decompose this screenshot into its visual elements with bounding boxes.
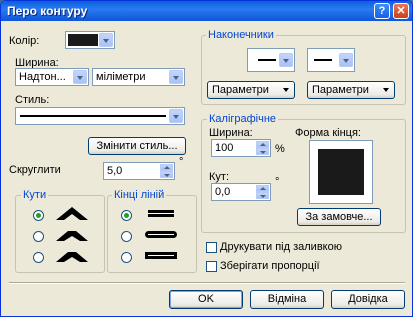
units-combo-value: міліметри [96,71,146,83]
help-button[interactable]: Довідка [331,290,405,309]
corner-miter-radio[interactable] [33,210,44,221]
help-title-button[interactable]: ? [374,3,390,19]
nib-shape-preview[interactable] [309,140,373,204]
corner-bevel-radio[interactable] [33,252,44,263]
corners-title: Кути [21,189,49,201]
title-bar: Перо контуру ? ✕ [1,1,412,21]
outline-pen-dialog: Перо контуру ? ✕ Колір: Ширина: Надтон..… [0,0,413,317]
width-combo-value: Надтон... [19,71,66,83]
default-nib-button[interactable]: За замовче... [297,208,381,226]
calligraphy-width-spinner[interactable]: 100 [211,139,271,157]
spin-down-icon[interactable] [160,171,173,178]
cap-square-radio[interactable] [121,252,132,263]
style-label: Стиль: [15,94,50,106]
scale-with-image-label: Зберігати пропорції [220,260,320,272]
corner-round-icon [56,231,88,241]
spin-down-icon[interactable] [256,192,269,199]
edit-style-button[interactable]: Змінити стиль... [88,137,186,155]
footer-divider [9,282,405,284]
spin-down-icon[interactable] [256,148,269,155]
ok-button[interactable]: OK [169,290,243,309]
chevron-down-icon [169,109,183,123]
scale-with-image-checkbox[interactable] [206,261,217,272]
chevron-down-icon [73,70,87,84]
calligraphy-width-value: 100 [215,142,234,154]
style-combo[interactable] [15,107,185,125]
spin-up-icon[interactable] [256,141,269,148]
cancel-button[interactable]: Відміна [250,290,324,309]
calligraphy-width-unit: % [275,143,285,155]
calligraphy-angle-label: Кут: [209,171,230,183]
start-arrow-combo[interactable] [247,48,295,72]
calligraphy-angle-spinner[interactable]: 0,0 [211,183,271,201]
calligraphy-width-label: Ширина: [209,127,253,139]
behind-fill-checkbox[interactable] [206,242,217,253]
width-combo[interactable]: Надтон... [15,68,89,86]
chevron-down-icon [279,53,293,67]
cap-butt-radio[interactable] [121,210,132,221]
smooth-value: 5,0 [107,165,123,177]
corner-round-radio[interactable] [33,231,44,242]
end-arrow-combo[interactable] [307,48,355,72]
start-arrow-options-label: Параметри [212,84,269,96]
calligraphy-angle-value: 0,0 [215,186,231,198]
corner-miter-icon [56,207,88,220]
style-line-preview [20,115,166,117]
close-button[interactable]: ✕ [393,3,409,19]
spin-up-icon[interactable] [256,185,269,192]
corner-bevel-icon [56,252,88,262]
chevron-down-icon [339,53,353,67]
color-swatch [68,34,98,46]
cap-round-radio[interactable] [121,231,132,242]
arrows-title: Наконечники [206,29,276,41]
help-icon: ? [378,5,386,17]
chevron-down-icon [99,33,113,47]
end-arrow-options-button[interactable]: Параметри [307,81,395,99]
calligraphy-angle-unit: ° [275,176,280,188]
color-picker[interactable] [65,31,115,49]
corner-preview-icons [56,207,88,262]
cap-preview-icons [145,210,177,259]
spin-up-icon[interactable] [160,164,173,171]
end-arrow-preview [314,59,332,61]
line-caps-title: Кінці ліній [112,189,167,201]
calligraphy-title: Каліграфічне [207,113,279,125]
smooth-unit: ° [179,156,184,168]
color-label: Колір: [9,35,40,47]
window-title: Перо контуру [7,4,88,18]
end-arrow-options-label: Параметри [312,84,369,96]
start-arrow-options-button[interactable]: Параметри [207,81,295,99]
chevron-down-icon [169,70,183,84]
start-arrow-preview [258,59,276,61]
behind-fill-label: Друкувати під заливкою [220,241,342,253]
nib-shape-label: Форма кінця: [295,127,361,139]
nib-square-icon [318,149,364,195]
smooth-label: Скруглити [9,164,61,176]
smooth-spinner[interactable]: 5,0 [103,162,175,180]
close-icon: ✕ [396,5,406,17]
units-combo[interactable]: міліметри [92,68,185,86]
